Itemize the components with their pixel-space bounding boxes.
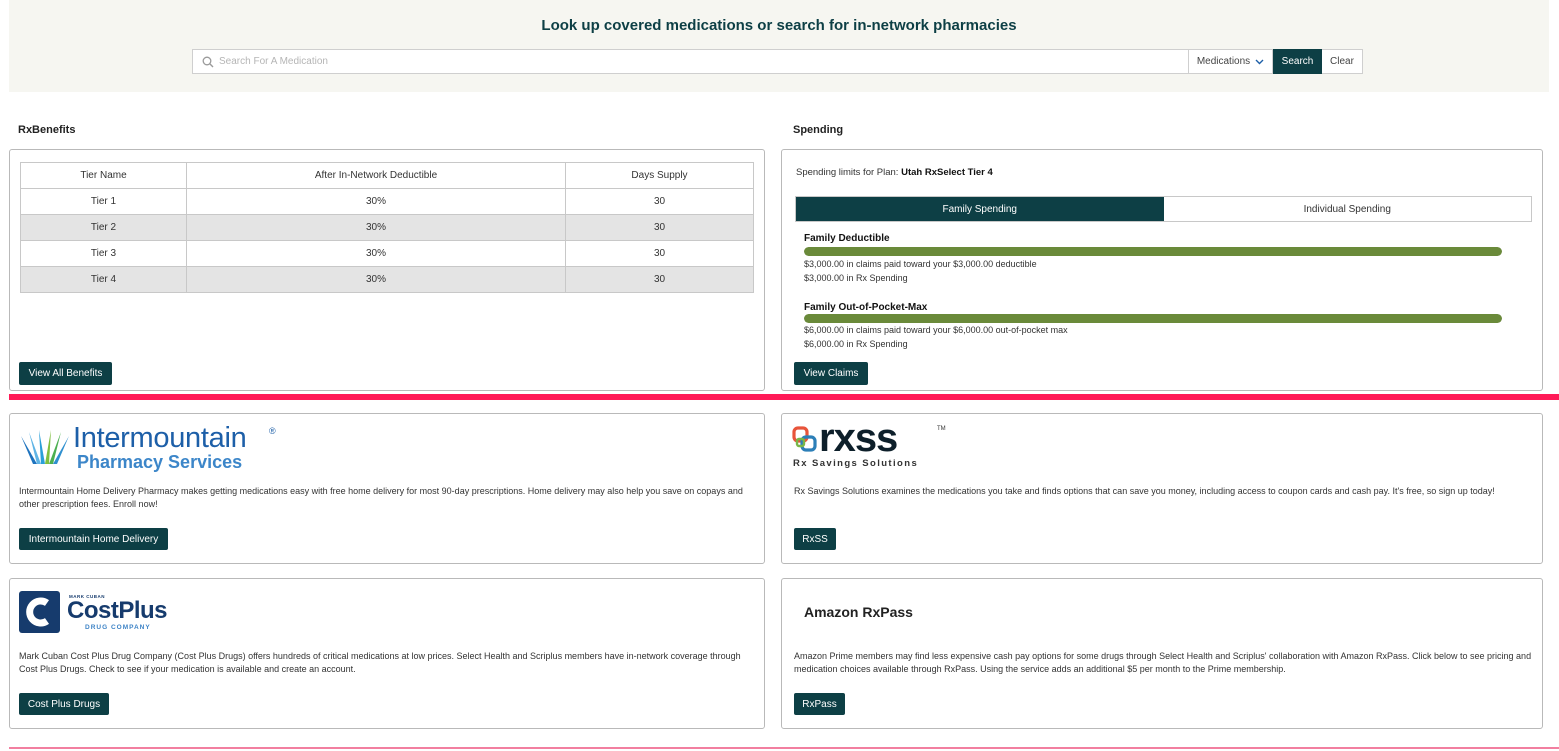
table-cell: 30 (565, 214, 754, 241)
table-row: Tier 3 30% 30 (20, 240, 754, 267)
spending-plan-prefix: Spending limits for Plan: (796, 167, 902, 178)
costplus-card: MARK CUBAN CostPlus DRUG COMPANY Mark Cu… (9, 578, 765, 729)
table-row: Tier 4 30% 30 (20, 266, 754, 293)
search-box[interactable] (192, 49, 1189, 74)
rxss-description: Rx Savings Solutions examines the medica… (794, 486, 1495, 496)
table-row: Tier 1 30% 30 (20, 188, 754, 215)
rxss-logo: rxss TM Rx Savings Solutions (791, 416, 951, 474)
table-cell: Tier 1 (20, 188, 187, 215)
rxss-button[interactable]: RxSS (794, 528, 836, 550)
costplus-logo-main: CostPlus (67, 597, 168, 624)
family-deductible-rx: $3,000.00 in Rx Spending (804, 273, 908, 283)
costplus-logo-sub: DRUG COMPANY (85, 624, 151, 631)
view-claims-button[interactable]: View Claims (794, 362, 868, 385)
search-input[interactable] (219, 50, 1179, 73)
table-cell: 30 (565, 188, 754, 215)
search-button[interactable]: Search (1273, 49, 1322, 74)
costplus-logo: MARK CUBAN CostPlus DRUG COMPANY (19, 591, 189, 635)
intermountain-description: Intermountain Home Delivery Pharmacy mak… (19, 486, 743, 509)
table-cell: 30% (186, 266, 566, 293)
search-row: Medications Search Clear (192, 49, 1363, 74)
amazon-rxpass-logo: Amazon RxPass (804, 604, 913, 620)
intermountain-logo-tm: ® (269, 426, 276, 436)
amazon-card: Amazon RxPass Amazon Prime members may f… (781, 578, 1543, 729)
intermountain-logo: Intermountain ® Pharmacy Services (19, 422, 289, 472)
column-header: Tier Name (20, 162, 187, 189)
rxss-chain-icon (792, 426, 817, 452)
table-cell: Tier 4 (20, 266, 187, 293)
chevron-down-icon (1255, 59, 1264, 64)
family-deductible-claims: $3,000.00 in claims paid toward your $3,… (804, 259, 1037, 269)
search-title: Look up covered medications or search fo… (541, 17, 1017, 34)
spending-plan-name: Utah RxSelect Tier 4 (901, 167, 993, 178)
search-icon (202, 56, 214, 68)
costplus-badge (19, 591, 60, 633)
tab-individual-spending[interactable]: Individual Spending (1163, 197, 1531, 221)
family-deductible-progress (804, 247, 1502, 256)
tab-family-spending[interactable]: Family Spending (796, 197, 1164, 221)
family-oop-rx: $6,000.00 in Rx Spending (804, 339, 908, 349)
rxbenefits-heading: RxBenefits (18, 124, 76, 136)
rxss-logo-tm: TM (937, 426, 946, 432)
view-all-benefits-button[interactable]: View All Benefits (19, 362, 112, 385)
rxpass-button[interactable]: RxPass (794, 693, 845, 715)
table-row: Tier 2 30% 30 (20, 214, 754, 241)
table-cell: 30% (186, 188, 566, 215)
spending-heading: Spending (793, 124, 844, 136)
costplus-description: Mark Cuban Cost Plus Drug Company (Cost … (19, 651, 741, 674)
search-type-select[interactable]: Medications (1189, 49, 1273, 74)
rxss-logo-sub: Rx Savings Solutions (793, 458, 919, 469)
rxbenefits-panel: Tier Name After In-Network Deductible Da… (9, 149, 765, 391)
intermountain-logo-name: Intermountain (73, 422, 247, 454)
rxss-logo-word: rxss (819, 416, 898, 460)
intermountain-home-delivery-button[interactable]: Intermountain Home Delivery (19, 528, 168, 550)
column-header: After In-Network Deductible (186, 162, 566, 189)
family-oop-claims: $6,000.00 in claims paid toward your $6,… (804, 325, 1068, 335)
rxss-card: rxss TM Rx Savings Solutions Rx Savings … (781, 413, 1543, 564)
family-oop-title: Family Out-of-Pocket-Max (804, 302, 928, 313)
intermountain-mark-icon (21, 430, 69, 464)
table-header-row: Tier Name After In-Network Deductible Da… (20, 162, 754, 189)
table-cell: Tier 3 (20, 240, 187, 267)
table-cell: 30% (186, 214, 566, 241)
costplus-c-icon (26, 597, 50, 627)
table-cell: 30% (186, 240, 566, 267)
spending-plan-line: Spending limits for Plan: Utah RxSelect … (796, 167, 993, 178)
amazon-description: Amazon Prime members may find less expen… (794, 651, 1532, 674)
clear-button[interactable]: Clear (1322, 49, 1363, 74)
cost-plus-drugs-button[interactable]: Cost Plus Drugs (19, 693, 109, 715)
search-band: Look up covered medications or search fo… (9, 0, 1549, 92)
bottom-divider (9, 747, 1559, 749)
table-cell: 30 (565, 266, 754, 293)
intermountain-logo-sub: Pharmacy Services (77, 452, 243, 472)
family-deductible-title: Family Deductible (804, 233, 890, 244)
section-divider (9, 394, 1559, 400)
search-type-label: Medications (1196, 56, 1251, 67)
family-oop-progress-fill (804, 314, 1502, 323)
tier-table: Tier Name After In-Network Deductible Da… (20, 162, 754, 293)
spending-panel: Spending limits for Plan: Utah RxSelect … (781, 149, 1543, 391)
column-header: Days Supply (565, 162, 754, 189)
intermountain-card: Intermountain ® Pharmacy Services Interm… (9, 413, 765, 564)
spending-tabs: Family Spending Individual Spending (795, 196, 1532, 222)
table-cell: 30 (565, 240, 754, 267)
family-deductible-progress-fill (804, 247, 1502, 256)
table-cell: Tier 2 (20, 214, 187, 241)
family-oop-progress (804, 314, 1502, 323)
